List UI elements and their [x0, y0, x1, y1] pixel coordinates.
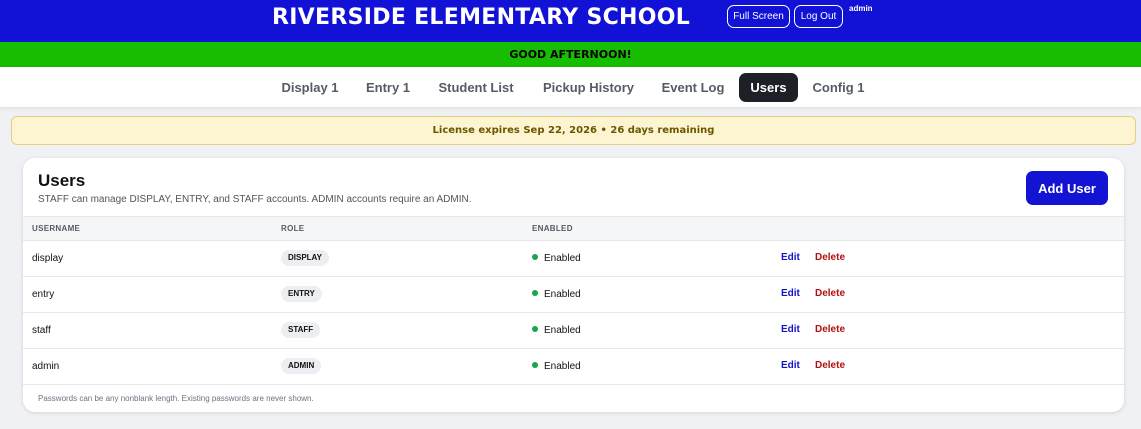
status-cell: Enabled: [532, 325, 581, 336]
table-row: staff STAFF Enabled Edit Delete: [23, 313, 1124, 349]
tab-users[interactable]: Users: [739, 73, 798, 102]
log-out-button[interactable]: Log Out: [794, 5, 843, 28]
tab-student-list[interactable]: Student List: [429, 73, 523, 102]
status-text: Enabled: [544, 289, 581, 300]
username-cell: entry: [32, 289, 55, 300]
license-banner: License expires Sep 22, 2026 • 26 days r…: [11, 116, 1136, 145]
status-cell: Enabled: [532, 289, 581, 300]
delete-link[interactable]: Delete: [815, 360, 845, 371]
tab-event-log[interactable]: Event Log: [654, 73, 732, 102]
table-row: entry ENTRY Enabled Edit Delete: [23, 277, 1124, 313]
column-header-username: USERNAME: [32, 224, 81, 233]
main-nav: Display 1 Entry 1 Student List Pickup Hi…: [0, 67, 1141, 108]
edit-link[interactable]: Edit: [781, 252, 800, 263]
delete-link[interactable]: Delete: [815, 324, 845, 335]
username-cell: staff: [32, 325, 51, 336]
role-badge: DISPLAY: [281, 250, 329, 266]
tab-config-1[interactable]: Config 1: [805, 73, 872, 102]
tab-display-1[interactable]: Display 1: [273, 73, 347, 102]
username-cell: admin: [32, 361, 60, 372]
current-user-label: admin: [849, 4, 873, 13]
delete-link[interactable]: Delete: [815, 288, 845, 299]
table-header: USERNAME ROLE ENABLED: [23, 216, 1124, 241]
status-dot-icon: [532, 290, 538, 296]
role-badge: ENTRY: [281, 286, 322, 302]
status-dot-icon: [532, 254, 538, 260]
edit-link[interactable]: Edit: [781, 324, 800, 335]
column-header-role: ROLE: [281, 224, 305, 233]
column-header-enabled: ENABLED: [532, 224, 573, 233]
table-row: admin ADMIN Enabled Edit Delete: [23, 349, 1124, 385]
status-text: Enabled: [544, 325, 581, 336]
status-cell: Enabled: [532, 253, 581, 264]
status-dot-icon: [532, 362, 538, 368]
passwords-footnote: Passwords can be any nonblank length. Ex…: [38, 394, 314, 403]
edit-link[interactable]: Edit: [781, 288, 800, 299]
card-title: Users: [38, 171, 86, 190]
tab-pickup-history[interactable]: Pickup History: [533, 73, 644, 102]
status-cell: Enabled: [532, 361, 581, 372]
table-row: display DISPLAY Enabled Edit Delete: [23, 241, 1124, 277]
role-badge: STAFF: [281, 322, 321, 338]
card-subtitle: STAFF can manage DISPLAY, ENTRY, and STA…: [38, 194, 472, 205]
tab-entry-1[interactable]: Entry 1: [357, 73, 419, 102]
status-text: Enabled: [544, 361, 581, 372]
app-header: RIVERSIDE ELEMENTARY SCHOOL Full Screen …: [0, 0, 1141, 42]
username-cell: display: [32, 253, 64, 264]
greeting-banner: GOOD AFTERNOON!: [0, 42, 1141, 67]
delete-link[interactable]: Delete: [815, 252, 845, 263]
school-name: RIVERSIDE ELEMENTARY SCHOOL: [272, 5, 691, 30]
edit-link[interactable]: Edit: [781, 360, 800, 371]
status-text: Enabled: [544, 253, 581, 264]
add-user-button[interactable]: Add User: [1026, 171, 1108, 205]
full-screen-button[interactable]: Full Screen: [727, 5, 790, 28]
users-card: Users STAFF can manage DISPLAY, ENTRY, a…: [23, 158, 1124, 412]
status-dot-icon: [532, 326, 538, 332]
role-badge: ADMIN: [281, 358, 322, 374]
